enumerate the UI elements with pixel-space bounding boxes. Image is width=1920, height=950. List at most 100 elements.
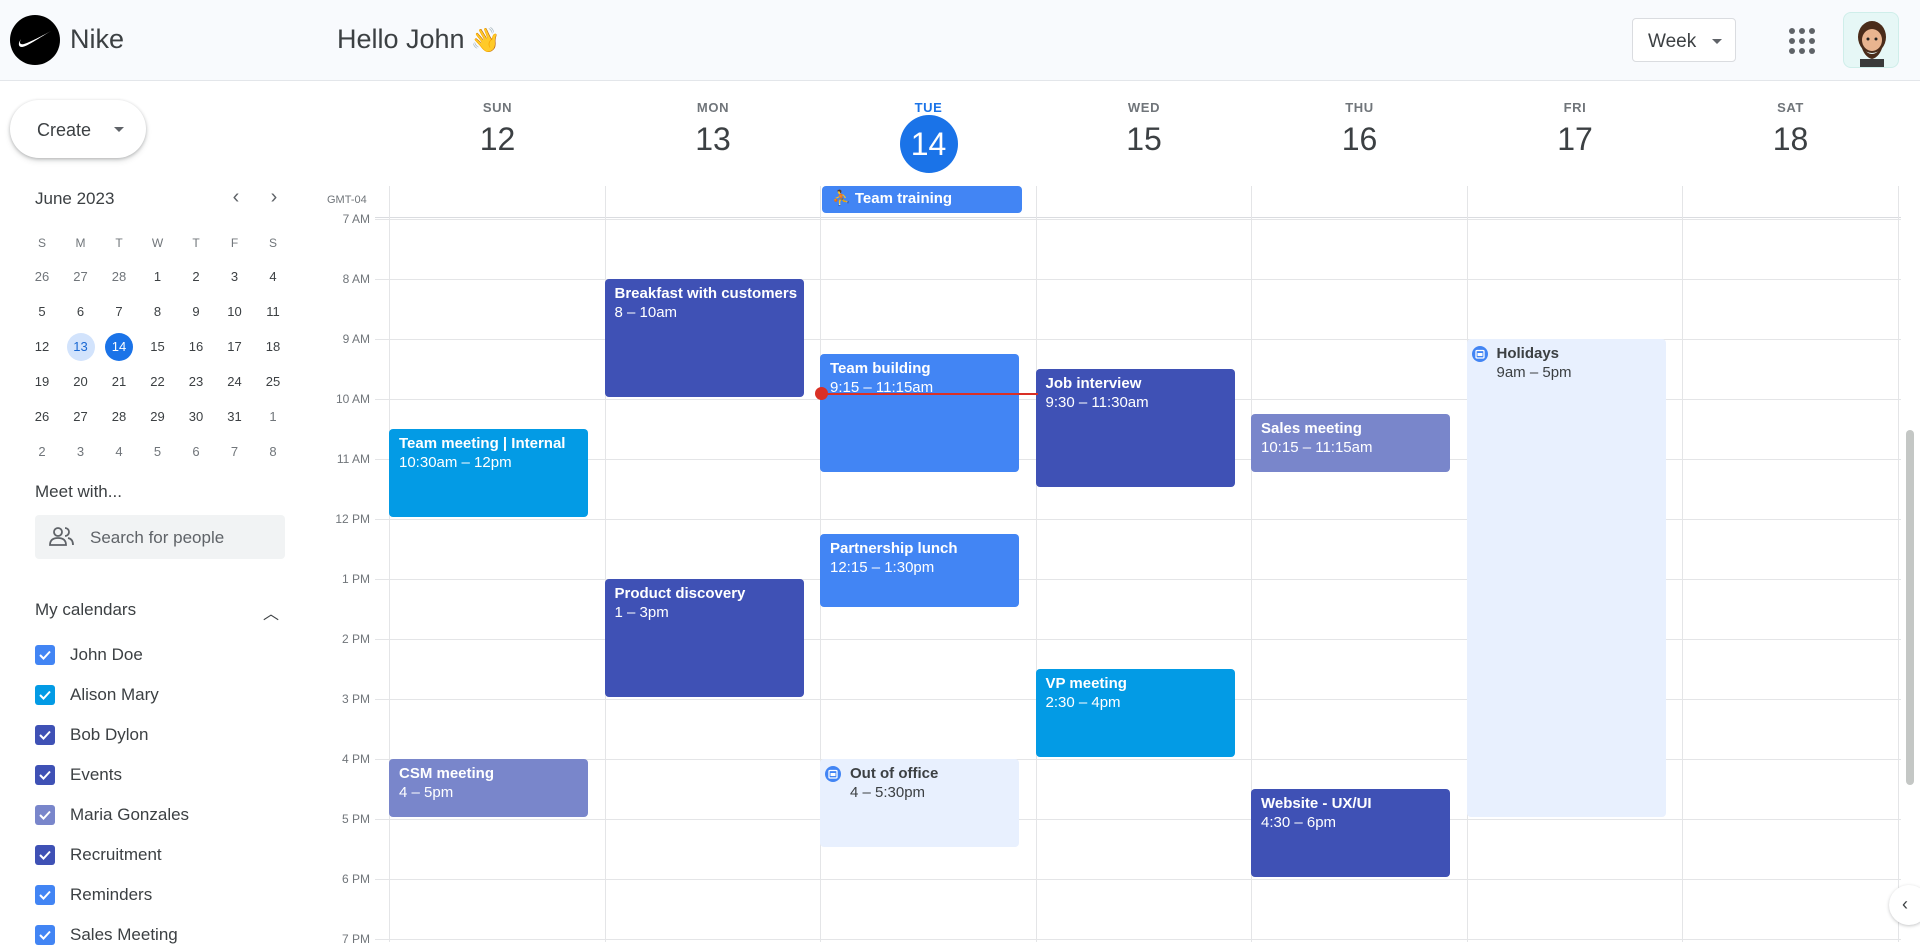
event-website[interactable]: Website - UX/UI 4:30 – 6pm	[1251, 789, 1450, 877]
mini-day[interactable]: 28	[102, 260, 136, 294]
checkbox-checked-icon[interactable]	[35, 845, 55, 865]
view-selector[interactable]: Week	[1632, 18, 1736, 62]
mini-day[interactable]: 2	[25, 435, 59, 469]
hour-label: 2 PM	[341, 632, 370, 646]
user-avatar[interactable]	[1843, 12, 1899, 68]
mini-day[interactable]: 4	[256, 260, 290, 294]
view-selector-label: Week	[1648, 31, 1697, 52]
mini-day[interactable]: 27	[64, 260, 98, 294]
mini-day[interactable]: 2	[179, 260, 213, 294]
mini-day[interactable]: 20	[64, 365, 98, 399]
mini-day-selected[interactable]: 13	[64, 330, 98, 364]
chevron-right-icon[interactable]: ›	[262, 186, 286, 210]
mini-day[interactable]: 29	[141, 400, 175, 434]
mini-day[interactable]: 8	[256, 435, 290, 469]
event-csm-meeting[interactable]: CSM meeting 4 – 5pm	[389, 759, 588, 817]
mini-day[interactable]: 8	[141, 295, 175, 329]
event-out-of-office[interactable]: Out of office 4 – 5:30pm	[820, 759, 1019, 847]
day-header-fri[interactable]: FRI 17	[1468, 100, 1683, 158]
mini-day[interactable]: 25	[256, 365, 290, 399]
mini-weekday-header: T	[115, 236, 123, 250]
event-time: 9:30 – 11:30am	[1045, 394, 1149, 411]
brand-name: Nike	[70, 24, 125, 54]
day-header-mon[interactable]: MON 13	[606, 100, 821, 158]
checkbox-checked-icon[interactable]	[35, 685, 55, 705]
mini-day[interactable]: 24	[218, 365, 252, 399]
mini-day[interactable]: 23	[179, 365, 213, 399]
day-header-thu[interactable]: THU 16	[1252, 100, 1467, 158]
mini-day[interactable]: 5	[25, 295, 59, 329]
day-header-sat[interactable]: SAT 18	[1683, 100, 1898, 158]
day-header-wed[interactable]: WED 15	[1037, 100, 1252, 158]
chevron-up-icon[interactable]: ︿	[263, 600, 279, 624]
event-job-interview[interactable]: Job interview 9:30 – 11:30am	[1035, 369, 1235, 487]
mini-day[interactable]: 18	[256, 330, 290, 364]
event-sales-meeting[interactable]: Sales meeting 10:15 – 11:15am	[1251, 414, 1450, 472]
mini-day[interactable]: 3	[218, 260, 252, 294]
event-time: 12:15 – 1:30pm	[830, 559, 935, 576]
mini-day[interactable]: 16	[179, 330, 213, 364]
hour-label: 5 PM	[341, 812, 370, 826]
chevron-left-icon[interactable]: ‹	[224, 186, 248, 210]
mini-day[interactable]: 1	[256, 400, 290, 434]
event-vp-meeting[interactable]: VP meeting 2:30 – 4pm	[1035, 669, 1235, 757]
mini-day[interactable]: 27	[64, 400, 98, 434]
event-product-discovery[interactable]: Product discovery 1 – 3pm	[604, 579, 804, 697]
apps-grid-icon[interactable]	[1789, 28, 1815, 54]
hour-label: 11 AM	[336, 452, 370, 466]
mini-day[interactable]: 7	[218, 435, 252, 469]
event-title: Out of office	[850, 765, 939, 782]
event-title: Job interview	[1045, 375, 1142, 392]
current-time-dot	[815, 387, 828, 400]
vertical-scrollbar[interactable]	[1906, 430, 1914, 785]
day-date: 13	[695, 121, 731, 157]
event-team-building[interactable]: Team building 9:15 – 11:15am	[820, 354, 1019, 472]
calendar-name: Sales Meeting	[70, 925, 178, 944]
hour-label: 9 AM	[342, 332, 370, 346]
create-button[interactable]: Create	[10, 100, 146, 158]
mini-day[interactable]: 19	[25, 365, 59, 399]
nike-logo-icon[interactable]	[10, 15, 60, 65]
calendar-event-icon	[1471, 346, 1492, 363]
mini-day[interactable]: 22	[141, 365, 175, 399]
checkbox-checked-icon[interactable]	[35, 805, 55, 825]
mini-day[interactable]: 15	[141, 330, 175, 364]
mini-day[interactable]: 3	[64, 435, 98, 469]
checkbox-checked-icon[interactable]	[35, 645, 55, 665]
checkbox-checked-icon[interactable]	[35, 925, 55, 945]
checkbox-checked-icon[interactable]	[35, 725, 55, 745]
event-title: Holidays	[1496, 345, 1560, 362]
mini-day[interactable]: 4	[102, 435, 136, 469]
hour-label: 6 PM	[341, 872, 370, 886]
mini-day[interactable]: 9	[179, 295, 213, 329]
mini-day[interactable]: 26	[25, 400, 59, 434]
mini-day[interactable]: 1	[141, 260, 175, 294]
event-time: 10:15 – 11:15am	[1261, 439, 1373, 456]
day-header-tue[interactable]: TUE 14	[821, 100, 1036, 173]
event-team-meeting[interactable]: Team meeting | Internal 10:30am – 12pm	[389, 429, 588, 517]
mini-day[interactable]: 10	[218, 295, 252, 329]
mini-day[interactable]: 11	[256, 295, 290, 329]
mini-day[interactable]: 17	[218, 330, 252, 364]
mini-day-today[interactable]: 14	[102, 330, 136, 364]
mini-day[interactable]: 7	[102, 295, 136, 329]
checkbox-checked-icon[interactable]	[35, 765, 55, 785]
mini-day[interactable]: 28	[102, 400, 136, 434]
search-people-input[interactable]: Search for people	[35, 515, 285, 559]
checkbox-checked-icon[interactable]	[35, 885, 55, 905]
mini-day[interactable]: 30	[179, 400, 213, 434]
mini-day[interactable]: 12	[25, 330, 59, 364]
event-breakfast[interactable]: Breakfast with customers 8 – 10am	[604, 279, 804, 397]
day-header-sun[interactable]: SUN 12	[390, 100, 605, 158]
mini-day[interactable]: 31	[218, 400, 252, 434]
mini-day[interactable]: 6	[64, 295, 98, 329]
mini-day[interactable]: 6	[179, 435, 213, 469]
event-holidays[interactable]: Holidays 9am – 5pm	[1466, 339, 1666, 817]
mini-day[interactable]: 5	[141, 435, 175, 469]
event-partnership-lunch[interactable]: Partnership lunch 12:15 – 1:30pm	[820, 534, 1019, 607]
top-bar: Nike Hello John 👋 Week	[0, 0, 1920, 81]
side-panel-toggle[interactable]: ‹	[1889, 885, 1920, 925]
event-team-training[interactable]: ⛹ Team training	[822, 186, 1022, 213]
mini-day[interactable]: 26	[25, 260, 59, 294]
mini-day[interactable]: 21	[102, 365, 136, 399]
